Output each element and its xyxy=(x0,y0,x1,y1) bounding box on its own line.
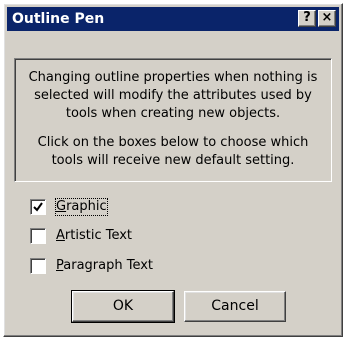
title-bar[interactable]: Outline Pen ? × xyxy=(7,7,339,31)
label-rest: rtistic Text xyxy=(64,228,133,243)
graphic-checkbox-label[interactable]: Graphic xyxy=(55,198,108,216)
info-text-paragraph-2: Click on the boxes below to choose which… xyxy=(19,134,327,170)
info-panel: Changing outline properties when nothing… xyxy=(14,58,332,182)
info-line: Click on the boxes below to choose which xyxy=(37,135,309,150)
paragraph-text-checkbox-label[interactable]: Paragraph Text xyxy=(56,258,153,274)
cancel-button[interactable]: Cancel xyxy=(184,291,286,322)
graphic-checkbox[interactable] xyxy=(30,199,46,215)
label-rest: aragraph Text xyxy=(63,258,154,273)
artistic-text-checkbox-label[interactable]: Artistic Text xyxy=(56,228,132,244)
close-button[interactable]: × xyxy=(318,10,336,27)
info-text-paragraph-1: Changing outline properties when nothing… xyxy=(19,69,327,123)
help-button[interactable]: ? xyxy=(298,10,316,27)
paragraph-text-checkbox[interactable] xyxy=(30,258,46,274)
mnemonic-letter: A xyxy=(56,228,65,243)
info-line: tools will receive new default setting. xyxy=(51,153,295,168)
info-line: Changing outline properties when nothing… xyxy=(28,70,318,85)
info-line: selected will modify the attributes used… xyxy=(34,88,312,103)
checkmark-icon xyxy=(33,202,43,212)
outline-pen-dialog: Outline Pen ? × Changing outline propert… xyxy=(3,3,343,337)
window-title: Outline Pen xyxy=(12,11,105,27)
artistic-text-checkbox[interactable] xyxy=(30,228,46,244)
ok-button[interactable]: OK xyxy=(71,290,175,323)
info-line: tools when creating new objects. xyxy=(65,106,281,121)
mnemonic-letter: G xyxy=(56,199,67,214)
label-rest: raphic xyxy=(66,199,107,214)
